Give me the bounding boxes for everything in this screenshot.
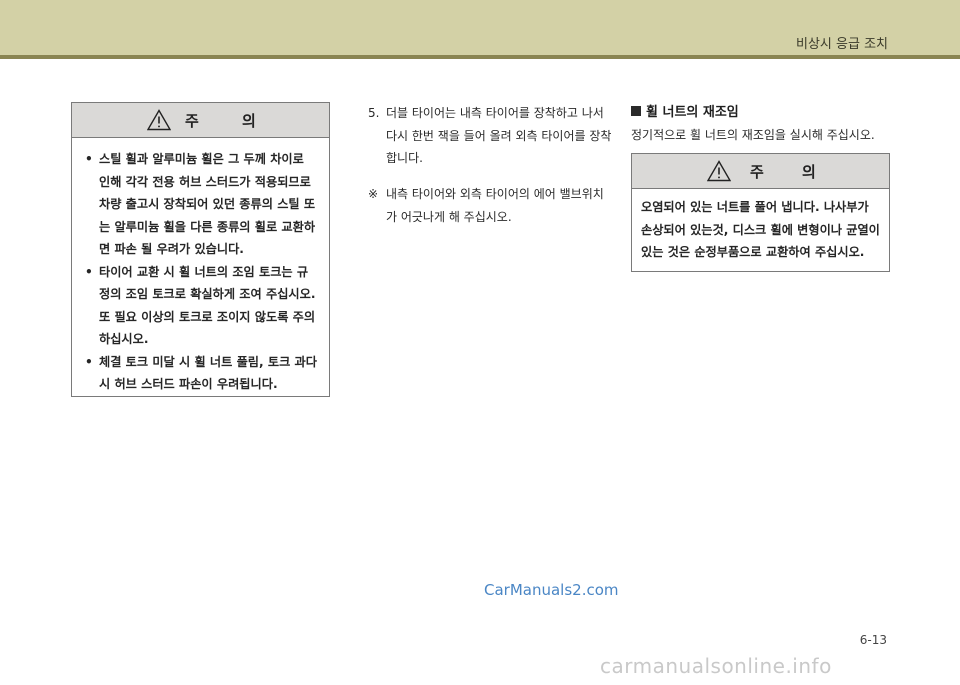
note-text: 내측 타이어와 외측 타이어의 에어 밸브위치가 어긋나게 해 주십시오. <box>386 187 604 224</box>
caution-item: 체결 토크 미달 시 휠 너트 풀림, 토크 과다시 허브 스터드 파손이 우려… <box>85 351 319 396</box>
caution-box-left: 주 의 스틸 휠과 알루미늄 휠은 그 두께 차이로 인해 각각 전용 허브 스… <box>71 102 330 397</box>
black-square-icon <box>631 106 641 116</box>
caution-item: 타이어 교환 시 휠 너트의 조임 토크는 규정의 조임 토크로 확실하게 조여… <box>85 261 319 351</box>
step-number: 5. <box>368 106 380 120</box>
caution-header: 주 의 <box>72 103 329 138</box>
footer-watermark: carmanualsonline.info <box>600 654 832 678</box>
caution-label-1: 주 <box>750 163 764 181</box>
wheel-nut-heading: 휠 너트의 재조임 <box>631 101 739 120</box>
note: ※ 내측 타이어와 외측 타이어의 에어 밸브위치가 어긋나게 해 주십시오. <box>368 183 613 228</box>
wheel-nut-heading-text: 휠 너트의 재조임 <box>646 105 739 120</box>
section-title: 비상시 응급 조치 <box>796 37 888 52</box>
header-rule <box>0 55 960 59</box>
page-number: 6-13 <box>859 633 887 647</box>
caution-header: 주 의 <box>632 154 889 189</box>
watermark-link[interactable]: CarManuals2.com <box>484 581 619 599</box>
wheel-nut-description: 정기적으로 휠 너트의 재조임을 실시해 주십시오. <box>631 128 875 142</box>
caution-box-right: 주 의 오염되어 있는 너트를 풀어 냅니다. 나사부가 손상되어 있는것, 디… <box>631 153 890 272</box>
step-text: 더블 타이어는 내측 타이어를 장착하고 나서 다시 한번 잭을 들어 올려 외… <box>386 106 612 165</box>
warning-triangle-icon <box>147 109 171 131</box>
caution-list: 스틸 휠과 알루미늄 휠은 그 두께 차이로 인해 각각 전용 허브 스터드가 … <box>72 138 329 396</box>
caution-item: 스틸 휠과 알루미늄 휠은 그 두께 차이로 인해 각각 전용 허브 스터드가 … <box>85 148 319 261</box>
caution-label-1: 주 <box>185 112 199 130</box>
caution-label-2: 의 <box>802 163 816 181</box>
note-mark-icon: ※ <box>368 187 379 201</box>
warning-triangle-icon <box>707 160 731 182</box>
caution-label-2: 의 <box>242 112 256 130</box>
step-5: 5. 더블 타이어는 내측 타이어를 장착하고 나서 다시 한번 잭을 들어 올… <box>368 102 613 170</box>
caution-text: 오염되어 있는 너트를 풀어 냅니다. 나사부가 손상되어 있는것, 디스크 휠… <box>641 200 880 259</box>
